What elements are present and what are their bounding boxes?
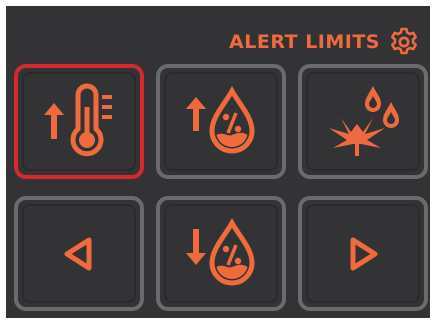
temperature-high-limit-button[interactable]: [14, 64, 144, 179]
next-button[interactable]: [298, 196, 428, 311]
triangle-right-icon: [350, 237, 378, 270]
triangle-left-icon: [64, 237, 92, 270]
temperature-up-icon: [44, 83, 112, 156]
header: ALERT LIMITS: [229, 24, 420, 60]
humidity-high-limit-button[interactable]: [156, 64, 286, 179]
previous-button[interactable]: [14, 196, 144, 311]
humidity-low-limit-button[interactable]: [156, 196, 286, 311]
humidity-down-icon: [186, 217, 255, 285]
page-title: ALERT LIMITS: [229, 30, 380, 53]
cannabis-leaf-water-icon: [329, 85, 399, 156]
gear-icon[interactable]: [388, 26, 420, 58]
alert-limits-screen: ALERT LIMITS: [6, 6, 430, 318]
plant-watering-button[interactable]: [298, 64, 428, 179]
humidity-up-icon: [186, 85, 255, 153]
